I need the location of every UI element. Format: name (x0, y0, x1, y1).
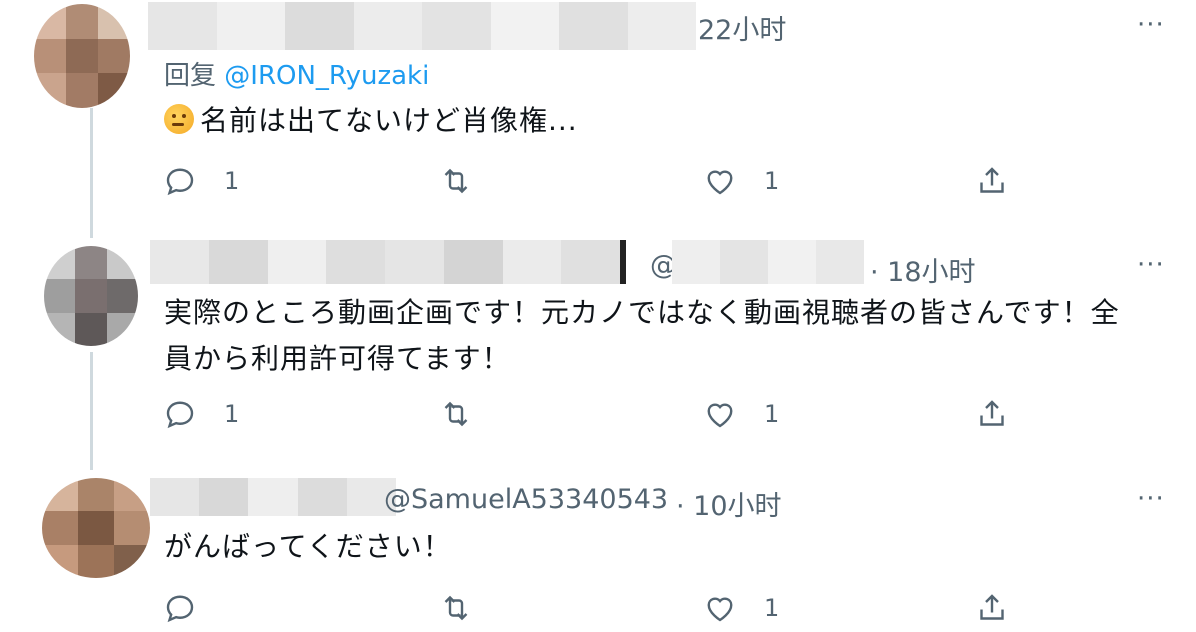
retweet-button[interactable] (438, 590, 474, 626)
like-button[interactable]: 1 (702, 590, 779, 626)
avatar[interactable] (34, 4, 130, 108)
retweet-icon (444, 168, 468, 194)
reply-count: 1 (224, 400, 240, 428)
more-options-icon[interactable]: ··· (1137, 10, 1165, 40)
reply-prefix: 回复 (164, 61, 217, 91)
share-icon (980, 167, 1004, 193)
blurred-handle (672, 240, 864, 284)
like-button[interactable]: 1 (702, 163, 779, 199)
like-count: 1 (764, 594, 780, 622)
tweet-time[interactable]: 22小时 (698, 8, 786, 47)
reply-button[interactable]: 1 (162, 396, 239, 432)
reply-icon (166, 595, 194, 623)
reply-context: 回复 @IRON_Ryuzaki (164, 55, 429, 92)
tweet-handle[interactable]: @SamuelA53340543 (384, 484, 668, 515)
heart-icon (707, 597, 733, 622)
like-count: 1 (764, 400, 780, 428)
thread-line (90, 108, 93, 238)
reply-button[interactable]: 1 (162, 163, 239, 199)
tweet-text: がんばってください！ (164, 530, 452, 563)
reply-handle-link[interactable]: @IRON_Ryuzaki (224, 61, 429, 91)
share-icon (980, 594, 1004, 620)
heart-icon (707, 170, 733, 195)
blurred-display-name (150, 240, 626, 284)
share-button[interactable] (974, 396, 1010, 432)
heart-icon (707, 403, 733, 428)
share-button[interactable] (974, 590, 1010, 626)
more-options-icon[interactable]: ··· (1137, 250, 1165, 280)
retweet-button[interactable] (438, 396, 474, 432)
tweet-text-line: 実際のところ動画企画です！元カノではなく動画視聴者の皆さんです！全 (164, 296, 1120, 329)
like-count: 1 (764, 167, 780, 195)
thread-line (90, 352, 93, 470)
tweet-time[interactable]: · 10小时 (676, 484, 782, 523)
reply-icon (166, 401, 194, 429)
reply-icon (166, 168, 194, 196)
avatar[interactable] (42, 478, 150, 578)
tweet-text: 実際のところ動画企画です！元カノではなく動画視聴者の皆さんです！全 員から利用許… (164, 290, 1120, 382)
tweet-text: 名前は出てないけど肖像権... (164, 98, 578, 144)
more-options-icon[interactable]: ··· (1137, 484, 1165, 514)
blurred-display-name (150, 478, 396, 516)
share-button[interactable] (974, 163, 1010, 199)
reply-count: 1 (224, 167, 240, 195)
reply-button[interactable] (162, 590, 224, 626)
like-button[interactable]: 1 (702, 396, 779, 432)
share-icon (980, 400, 1004, 426)
retweet-icon (444, 595, 468, 621)
avatar[interactable] (44, 246, 138, 346)
blurred-display-name (148, 2, 696, 50)
retweet-icon (444, 401, 468, 427)
thinking-face-icon (164, 104, 194, 134)
tweet-time[interactable]: · 18小时 (870, 250, 976, 289)
retweet-button[interactable] (438, 163, 474, 199)
tweet-text-content: 名前は出てないけど肖像権... (200, 104, 578, 137)
tweet-text-line: 員から利用許可得てます！ (164, 342, 511, 375)
